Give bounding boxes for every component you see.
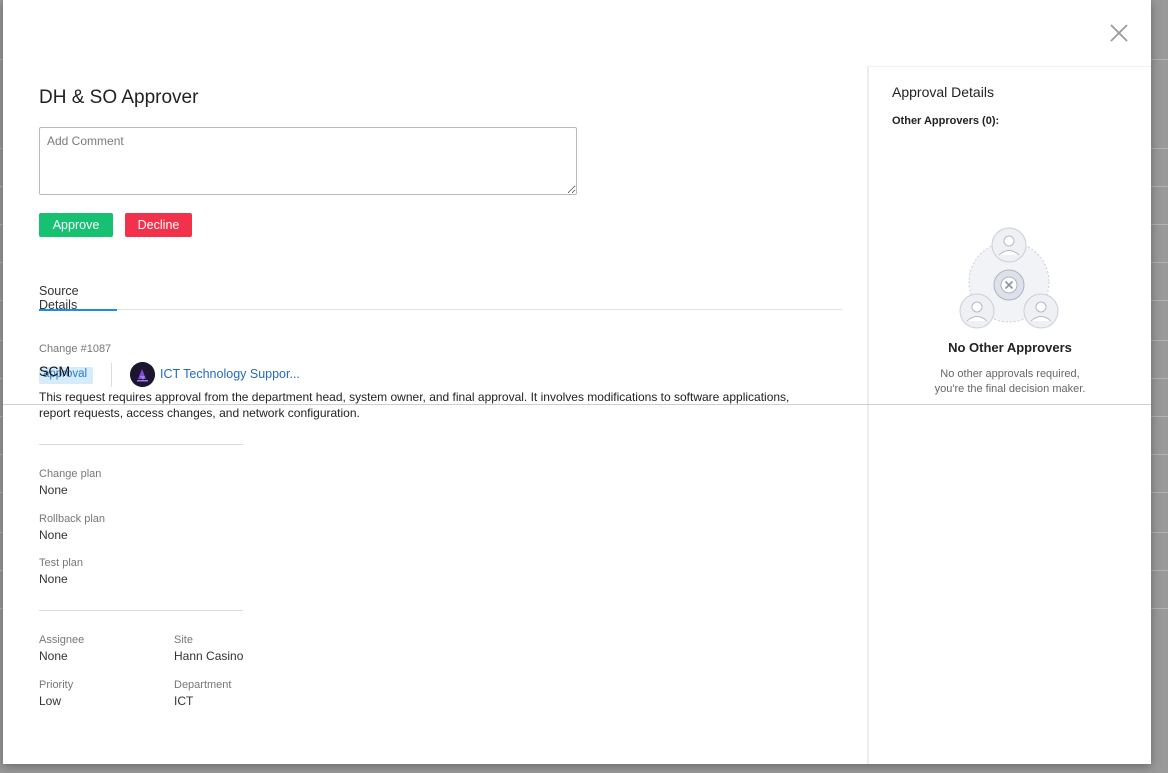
no-approvers-title: No Other Approvers: [948, 340, 1072, 355]
approval-details-panel: Approval Details Other Approvers (0): No…: [867, 66, 1151, 764]
change-plan-value: None: [39, 483, 68, 497]
no-approvers-illustration-icon: [959, 227, 1059, 329]
rollback-plan-label: Rollback plan: [39, 513, 106, 525]
close-button[interactable]: [1107, 21, 1131, 45]
test-plan-label: Test plan: [39, 557, 84, 569]
comment-input[interactable]: [39, 127, 577, 195]
vertical-divider: [111, 363, 112, 387]
close-icon: [1110, 24, 1128, 42]
group-avatar: [130, 362, 155, 387]
change-description: This request requires approval from the …: [39, 390, 790, 420]
priority-value: Low: [39, 694, 62, 708]
group-logo-icon: [130, 362, 155, 387]
change-number: Change #1087: [39, 343, 112, 355]
support-group-link[interactable]: ICT Technology Suppor...: [160, 367, 300, 381]
department-label: Department: [174, 679, 232, 691]
no-approvers-description: No other approvals required, you're the …: [869, 367, 1151, 397]
no-approvers-description-line: you're the final decision maker.: [934, 383, 1086, 395]
other-approvers-count: Other Approvers (0):: [892, 115, 1000, 127]
assignee-value: None: [39, 649, 68, 663]
change-title: SCM: [39, 363, 71, 379]
approval-modal: DH & SO Approver Approve Decline Source …: [3, 0, 1151, 764]
approval-form-section: DH & SO Approver Approve Decline Source …: [39, 0, 859, 764]
tab-source-details[interactable]: Source Details: [39, 283, 117, 312]
modal-title: DH & SO Approver: [39, 87, 199, 108]
department-value: ICT: [174, 694, 194, 708]
priority-label: Priority: [39, 679, 74, 691]
section-divider: [39, 444, 243, 445]
approval-details-title: Approval Details: [892, 84, 994, 100]
change-plan-label: Change plan: [39, 468, 102, 480]
section-divider: [39, 610, 243, 611]
rollback-plan-value: None: [39, 528, 68, 542]
decline-button[interactable]: Decline: [125, 213, 192, 237]
site-label: Site: [174, 634, 193, 646]
approve-button[interactable]: Approve: [39, 213, 113, 237]
tab-bar: Source Details: [39, 283, 842, 312]
assignee-label: Assignee: [39, 634, 85, 646]
horizontal-guide-line: [3, 404, 1151, 405]
test-plan-value: None: [39, 572, 68, 586]
site-value: Hann Casino: [174, 649, 244, 663]
no-approvers-description-line: No other approvals required,: [940, 368, 1080, 380]
